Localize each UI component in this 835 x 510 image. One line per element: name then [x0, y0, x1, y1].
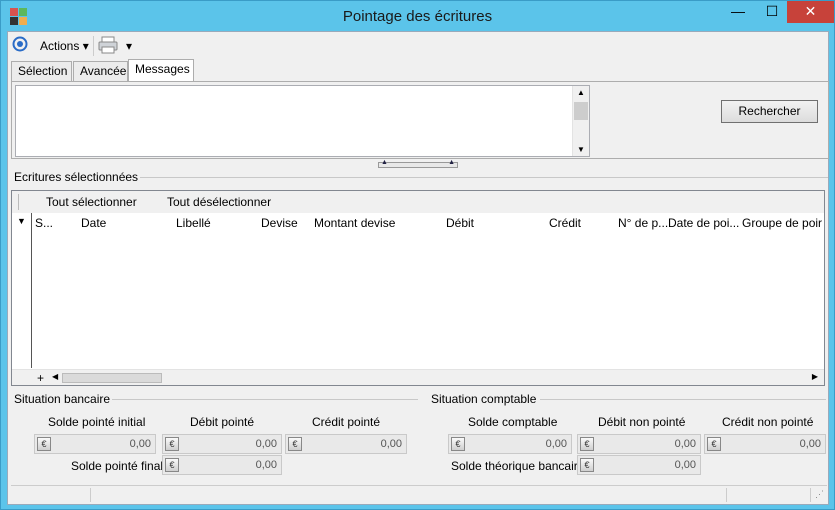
debit-not-pointed-label: Débit non pointé — [598, 415, 686, 429]
minimize-button[interactable]: — — [721, 1, 755, 23]
search-button[interactable]: Rechercher — [721, 100, 818, 123]
row-menu-icon[interactable]: ▼ — [17, 216, 26, 226]
resize-grip-icon[interactable]: ⋰ — [815, 489, 824, 500]
initial-balance-field[interactable]: € 0,00 — [34, 434, 156, 454]
client-area: Actions ▾ ▾ Sélection Avancée Messages ▲… — [7, 31, 829, 505]
row-header-column: ▼ — [12, 213, 32, 368]
final-balance-label: Solde pointé final — [71, 459, 164, 473]
credit-not-pointed-label: Crédit non pointé — [722, 415, 814, 429]
messages-panel: ▲ ▼ Rechercher — [11, 81, 829, 159]
field-value: 0,00 — [129, 438, 151, 450]
deselect-all-button[interactable]: Tout désélectionner — [167, 195, 271, 209]
accounting-balance-label: Solde comptable — [468, 415, 558, 429]
titlebar[interactable]: Pointage des écritures — ☐ ✕ — [1, 1, 834, 31]
col-header-date[interactable]: Date — [81, 216, 161, 230]
scroll-left-icon[interactable]: ◀ — [52, 372, 58, 381]
group-line — [108, 399, 418, 400]
group-line — [540, 399, 826, 400]
grid-section-title: Ecritures sélectionnées — [12, 170, 141, 184]
select-all-button[interactable]: Tout sélectionner — [46, 195, 137, 209]
grid-hscrollbar[interactable]: + ◀ ▶ — [12, 369, 824, 385]
window-title: Pointage des écritures — [342, 8, 493, 25]
status-bar: ⋰ — [11, 485, 827, 503]
col-header-numero-pointage[interactable]: N° de p... — [618, 216, 668, 230]
credit-pointed-field[interactable]: € 0,00 — [285, 434, 407, 454]
tab-label: Messages — [135, 62, 190, 76]
actions-menu[interactable]: Actions ▾ — [40, 36, 89, 56]
euro-icon: € — [707, 437, 721, 451]
grid-toolbar: Tout sélectionner Tout désélectionner — [12, 191, 824, 213]
debit-pointed-field[interactable]: € 0,00 — [162, 434, 282, 454]
scroll-thumb[interactable] — [574, 102, 588, 120]
col-header-credit[interactable]: Crédit — [549, 216, 619, 230]
group-line — [138, 177, 828, 178]
field-value: 0,00 — [255, 459, 277, 471]
credit-pointed-label: Crédit pointé — [312, 415, 381, 429]
field-value: 0,00 — [674, 459, 696, 471]
scroll-down-icon[interactable]: ▼ — [577, 145, 585, 154]
debit-not-pointed-field[interactable]: € 0,00 — [577, 434, 701, 454]
status-cell — [91, 488, 727, 502]
theoretical-balance-field[interactable]: € 0,00 — [577, 455, 701, 475]
final-balance-field[interactable]: € 0,00 — [162, 455, 282, 475]
tab-messages[interactable]: Messages — [128, 59, 194, 82]
tab-avancee[interactable]: Avancée — [73, 61, 128, 81]
field-value: 0,00 — [380, 438, 402, 450]
initial-balance-label: Solde pointé initial — [48, 415, 146, 429]
euro-icon: € — [165, 437, 179, 451]
debit-pointed-label: Débit pointé — [190, 415, 255, 429]
main-window: Pointage des écritures — ☐ ✕ Actions ▾ ▾… — [0, 0, 835, 510]
scroll-thumb[interactable] — [62, 373, 162, 383]
scroll-right-icon[interactable]: ▶ — [812, 372, 818, 381]
print-dropdown-icon[interactable]: ▾ — [126, 36, 132, 56]
status-cell — [727, 488, 811, 502]
accounting-situation-title: Situation comptable — [429, 392, 539, 406]
col-header-libelle[interactable]: Libellé — [176, 216, 256, 230]
entries-grid[interactable]: Tout sélectionner Tout désélectionner ▼ … — [11, 190, 825, 386]
splitter-arrow-icon: ▲ — [381, 159, 388, 166]
col-header-debit[interactable]: Débit — [446, 216, 526, 230]
col-header-status[interactable]: S... — [35, 216, 75, 230]
field-value: 0,00 — [545, 438, 567, 450]
chevron-down-icon: ▾ — [82, 39, 89, 53]
print-icon[interactable] — [98, 36, 120, 56]
status-cell — [11, 488, 91, 502]
credit-not-pointed-field[interactable]: € 0,00 — [704, 434, 826, 454]
euro-icon: € — [37, 437, 51, 451]
scroll-up-icon[interactable]: ▲ — [577, 88, 585, 97]
col-header-devise[interactable]: Devise — [261, 216, 311, 230]
actions-label: Actions — [40, 39, 80, 53]
splitter-arrow-icon: ▲ — [448, 159, 455, 166]
toolbar-divider — [93, 36, 94, 56]
add-row-button[interactable]: + — [37, 371, 44, 385]
messages-textarea[interactable]: ▲ ▼ — [15, 85, 590, 157]
refresh-icon[interactable] — [12, 36, 30, 56]
maximize-button[interactable]: ☐ — [755, 1, 789, 23]
euro-icon: € — [165, 458, 179, 472]
theoretical-balance-label: Solde théorique bancaire — [451, 459, 585, 473]
col-header-groupe-pointage[interactable]: Groupe de poir — [742, 216, 822, 230]
tab-label: Sélection — [18, 64, 68, 78]
col-header-date-pointage[interactable]: Date de poi... — [668, 216, 740, 230]
euro-icon: € — [451, 437, 465, 451]
tab-selection[interactable]: Sélection — [11, 61, 72, 81]
bank-situation-title: Situation bancaire — [12, 392, 113, 406]
field-value: 0,00 — [674, 438, 696, 450]
close-button[interactable]: ✕ — [787, 1, 834, 23]
grid-toolbar-divider — [18, 194, 19, 210]
panel-splitter[interactable]: ▲ ▲ — [378, 159, 458, 168]
tab-label: Avancée — [80, 64, 127, 78]
field-value: 0,00 — [799, 438, 821, 450]
field-value: 0,00 — [255, 438, 277, 450]
messages-scrollbar[interactable]: ▲ ▼ — [572, 86, 589, 156]
accounting-balance-field[interactable]: € 0,00 — [448, 434, 572, 454]
col-header-montant-devise[interactable]: Montant devise — [314, 216, 434, 230]
euro-icon: € — [288, 437, 302, 451]
euro-icon: € — [580, 458, 594, 472]
euro-icon: € — [580, 437, 594, 451]
grid-header: S... Date Libellé Devise Montant devise … — [32, 213, 824, 233]
toolbar: Actions ▾ ▾ — [8, 32, 828, 59]
